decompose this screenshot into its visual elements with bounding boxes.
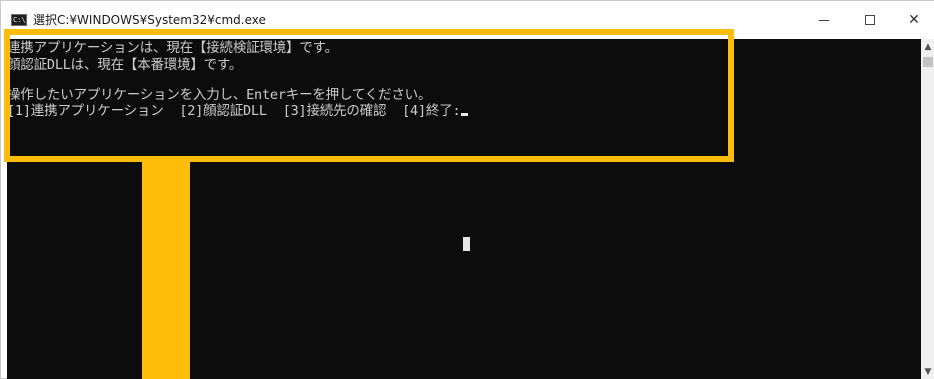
maximize-icon (865, 15, 875, 25)
title-bar[interactable]: C:\ 選択C:¥WINDOWS¥System32¥cmd.exe ✕ (1, 1, 934, 39)
cmd-window: C:\ 選択C:¥WINDOWS¥System32¥cmd.exe ✕ 連携アプ… (0, 0, 934, 379)
minimize-button[interactable] (801, 1, 847, 39)
close-button[interactable]: ✕ (891, 1, 934, 39)
minimize-icon (819, 19, 829, 21)
cmd-icon[interactable]: C:\ (11, 14, 27, 26)
mouse-selection-cursor (463, 237, 470, 251)
cmd-icon-glyph: C:\ (13, 16, 26, 24)
console-output[interactable]: 連携アプリケーションは、現在【接続検証環境】です。 顔認証DLLは、現在【本番環… (7, 39, 921, 379)
console-line-menu[interactable]: [1]連携アプリケーション [2]顔認証DLL [3]接続先の確認 [4]終了: (7, 103, 469, 119)
console-menu-prompt: [1]連携アプリケーション [2]顔認証DLL [3]接続先の確認 [4]終了: (7, 103, 461, 119)
scroll-thumb[interactable] (923, 57, 933, 67)
scroll-up-arrow-icon[interactable]: ▲ (921, 39, 934, 55)
console-line-app-env: 連携アプリケーションは、現在【接続検証環境】です。 (7, 40, 338, 56)
scroll-down-arrow-icon[interactable]: ▼ (921, 364, 934, 379)
vertical-scrollbar[interactable]: ▲ ▼ (921, 39, 934, 379)
window-title: 選択C:¥WINDOWS¥System32¥cmd.exe (33, 13, 266, 27)
console-line-dll-env: 顔認証DLLは、現在【本番環境】です。 (7, 57, 243, 73)
maximize-button[interactable] (847, 1, 893, 39)
close-icon: ✕ (908, 12, 920, 28)
text-cursor (461, 113, 469, 116)
console-line-instruction: 操作したいアプリケーションを入力し、Enterキーを押してください。 (7, 87, 432, 103)
